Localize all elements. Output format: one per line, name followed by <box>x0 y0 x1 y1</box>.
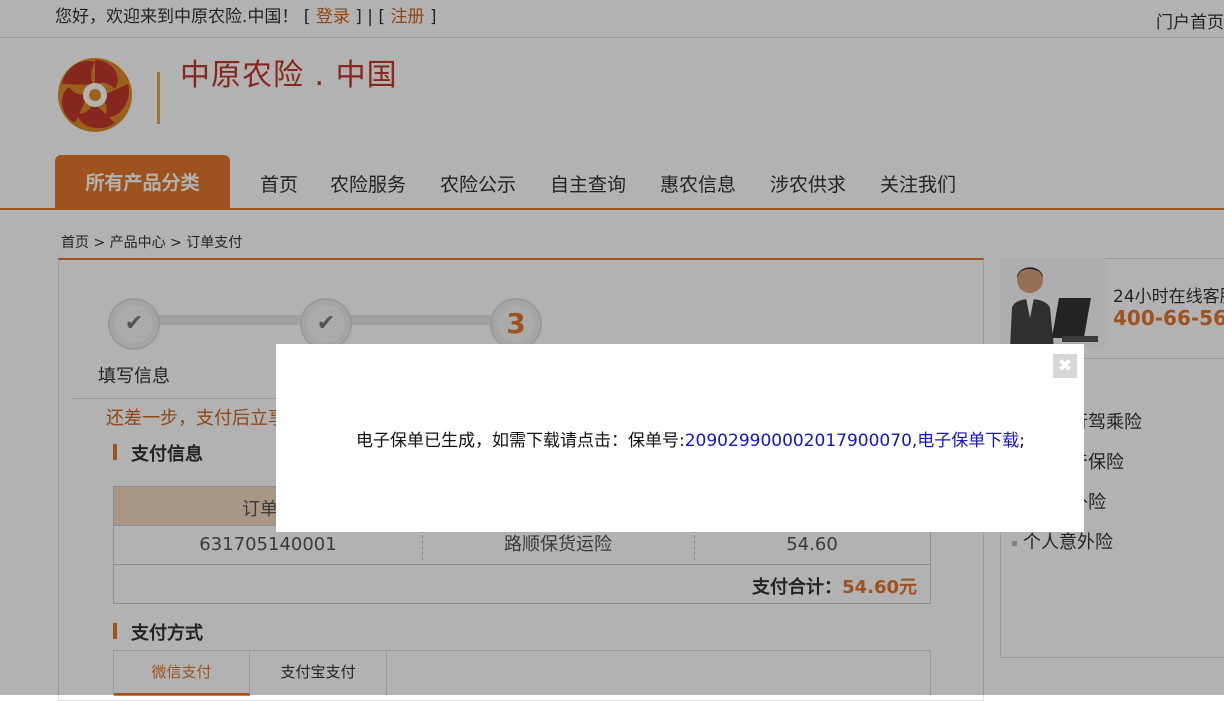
message-suffix: ; <box>1019 431 1026 451</box>
policy-number: 20902990000201790007 <box>684 431 902 451</box>
download-policy-link[interactable]: 0,电子保单下载 <box>901 431 1019 451</box>
policy-dialog: ✖ 电子保单已生成，如需下载请点击：保单号:209029900002017900… <box>276 344 1084 532</box>
message-prefix: 电子保单已生成，如需下载请点击：保单号: <box>356 431 685 451</box>
close-icon[interactable]: ✖ <box>1053 354 1077 378</box>
dialog-message: 电子保单已生成，如需下载请点击：保单号:20902990000201790007… <box>356 426 1025 451</box>
